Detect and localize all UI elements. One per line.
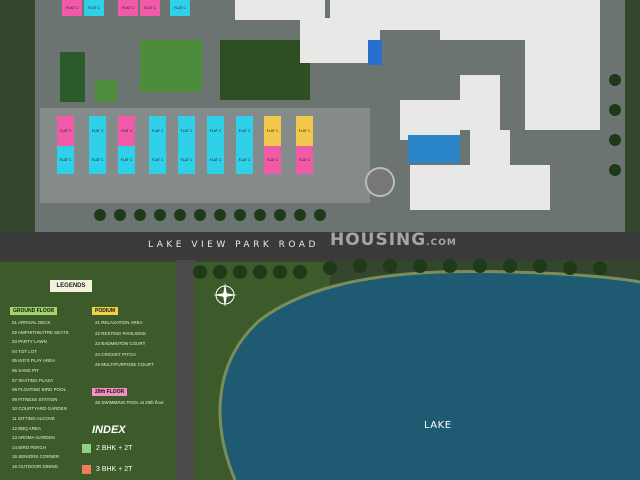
unit-blocks: FLAT C FLAT C FLAT C FLAT C FLAT C FLAT C FLAT…: [57, 116, 313, 174]
legend-item: 02 AMPHITHEATRE SEATS: [12, 329, 69, 335]
unit-block-label: FLAT C: [144, 6, 156, 10]
unit-block-label: FLAT C: [152, 129, 164, 133]
unit-block-label: FLAT C: [122, 6, 134, 10]
legends-title: LEGENDS: [50, 280, 92, 292]
unit-block-label: FLAT C: [88, 6, 100, 10]
unit-block-label: FLAT C: [152, 158, 164, 162]
unit-block-label: FLAT C: [239, 129, 251, 133]
side-road: [176, 260, 194, 480]
podium-garden: [220, 40, 310, 100]
unit-block-label: FLAT C: [299, 129, 311, 133]
unit-block-label: FLAT C: [181, 158, 193, 162]
sports-court: [60, 52, 85, 102]
road-name-label: LAKE VIEW PARK ROAD: [148, 240, 319, 250]
legend-item: 09 FITNESS STATION: [12, 396, 58, 402]
index-swatch: [82, 444, 91, 453]
legend-item: 21 RELAXATION AREA: [95, 320, 143, 325]
roundabout: [365, 167, 395, 197]
legend-item: 04 TOT LOT: [12, 348, 38, 354]
legend-item: 07 SKATING PLAZA: [12, 377, 54, 383]
legend-item: 22 RESTING PAVILIONS: [95, 330, 146, 336]
legend-item: 01 ARRIVAL DECK: [12, 320, 51, 325]
legend-header-podium: PODIUM: [92, 307, 118, 315]
kids-play-area: [95, 80, 117, 102]
unit-block-label: FLAT C: [121, 158, 133, 162]
legend-header-terrace: 29th FLOOR: [92, 388, 128, 396]
legend-item: 06 SAND PIT: [12, 368, 40, 373]
legend-item: 23 BADMINTON COURT: [95, 341, 146, 346]
legend-item: 12 BBQ AREA: [12, 425, 42, 431]
legend-item: 14 BIRD PERCH: [12, 444, 47, 450]
legend-item: 08 FLOATING BIRD POOL: [12, 387, 67, 393]
unit-block-label: FLAT C: [299, 158, 311, 162]
index-label: 3 BHK + 2T: [96, 466, 133, 473]
legend-item: 10 COURTYARD GARDEN: [12, 406, 67, 412]
legend-item: 05 KID'S PLAY AREA: [12, 358, 56, 364]
unit-block-label: FLAT C: [239, 158, 251, 162]
unit-block-label: FLAT C: [121, 129, 133, 133]
unit-block-label: FLAT C: [267, 129, 279, 133]
index-title: INDEX: [92, 424, 126, 436]
legend-item: 11 SITTING ALCOVE: [12, 416, 55, 421]
unit-block-label: FLAT C: [60, 158, 72, 162]
legend-item: 26 SWIMMING POOL at 29th floor: [95, 400, 164, 405]
unit-block-label: FLAT C: [267, 158, 279, 162]
unit-block-label: FLAT C: [181, 129, 193, 133]
legend-item: 25 MULTIPURPOSE COURT: [95, 362, 154, 367]
unit-block-label: FLAT C: [92, 158, 104, 162]
legend-item: 24 CRICKET PITCH: [95, 351, 136, 357]
legend-item: 13 AROMA GARDEN: [12, 435, 55, 441]
legend-item: 16 OUTDOOR DINING: [12, 464, 59, 469]
index-swatch: [82, 465, 91, 474]
legend-item: 15 SENIORS CORNER: [12, 454, 60, 460]
site-plan-map: FLAT C FLAT C FLAT C FLAT C FLAT C FLAT C FLA…: [0, 0, 640, 480]
unit-block-label: FLAT C: [92, 129, 104, 133]
unit-block-label: FLAT C: [210, 129, 222, 133]
index-item-2bhk: 2 BHK + 2T: [82, 444, 132, 453]
legend-header-ground-floor: GROUND FLOOR: [10, 307, 58, 315]
unit-block-label: FLAT C: [174, 6, 186, 10]
top-unit-blocks: FLAT C FLAT C FLAT C FLAT C FLAT C: [62, 0, 190, 16]
index-item-3bhk: 3 BHK + 2T: [82, 465, 132, 474]
unit-block-label: FLAT C: [60, 129, 72, 133]
lake-view-park-road: [0, 232, 640, 260]
unit-block-label: FLAT C: [210, 158, 222, 162]
rooftop-pool: [368, 40, 382, 65]
lake-label: LAKE: [424, 420, 452, 431]
legend-item: 03 PARTY LAWN: [12, 339, 47, 345]
watermark: HOUSING.COM: [330, 230, 457, 250]
cricket-pitch-lawn: [140, 40, 202, 92]
swimming-pool: [408, 135, 460, 163]
unit-block-label: FLAT C: [66, 6, 78, 10]
index-label: 2 BHK + 2T: [96, 445, 133, 452]
